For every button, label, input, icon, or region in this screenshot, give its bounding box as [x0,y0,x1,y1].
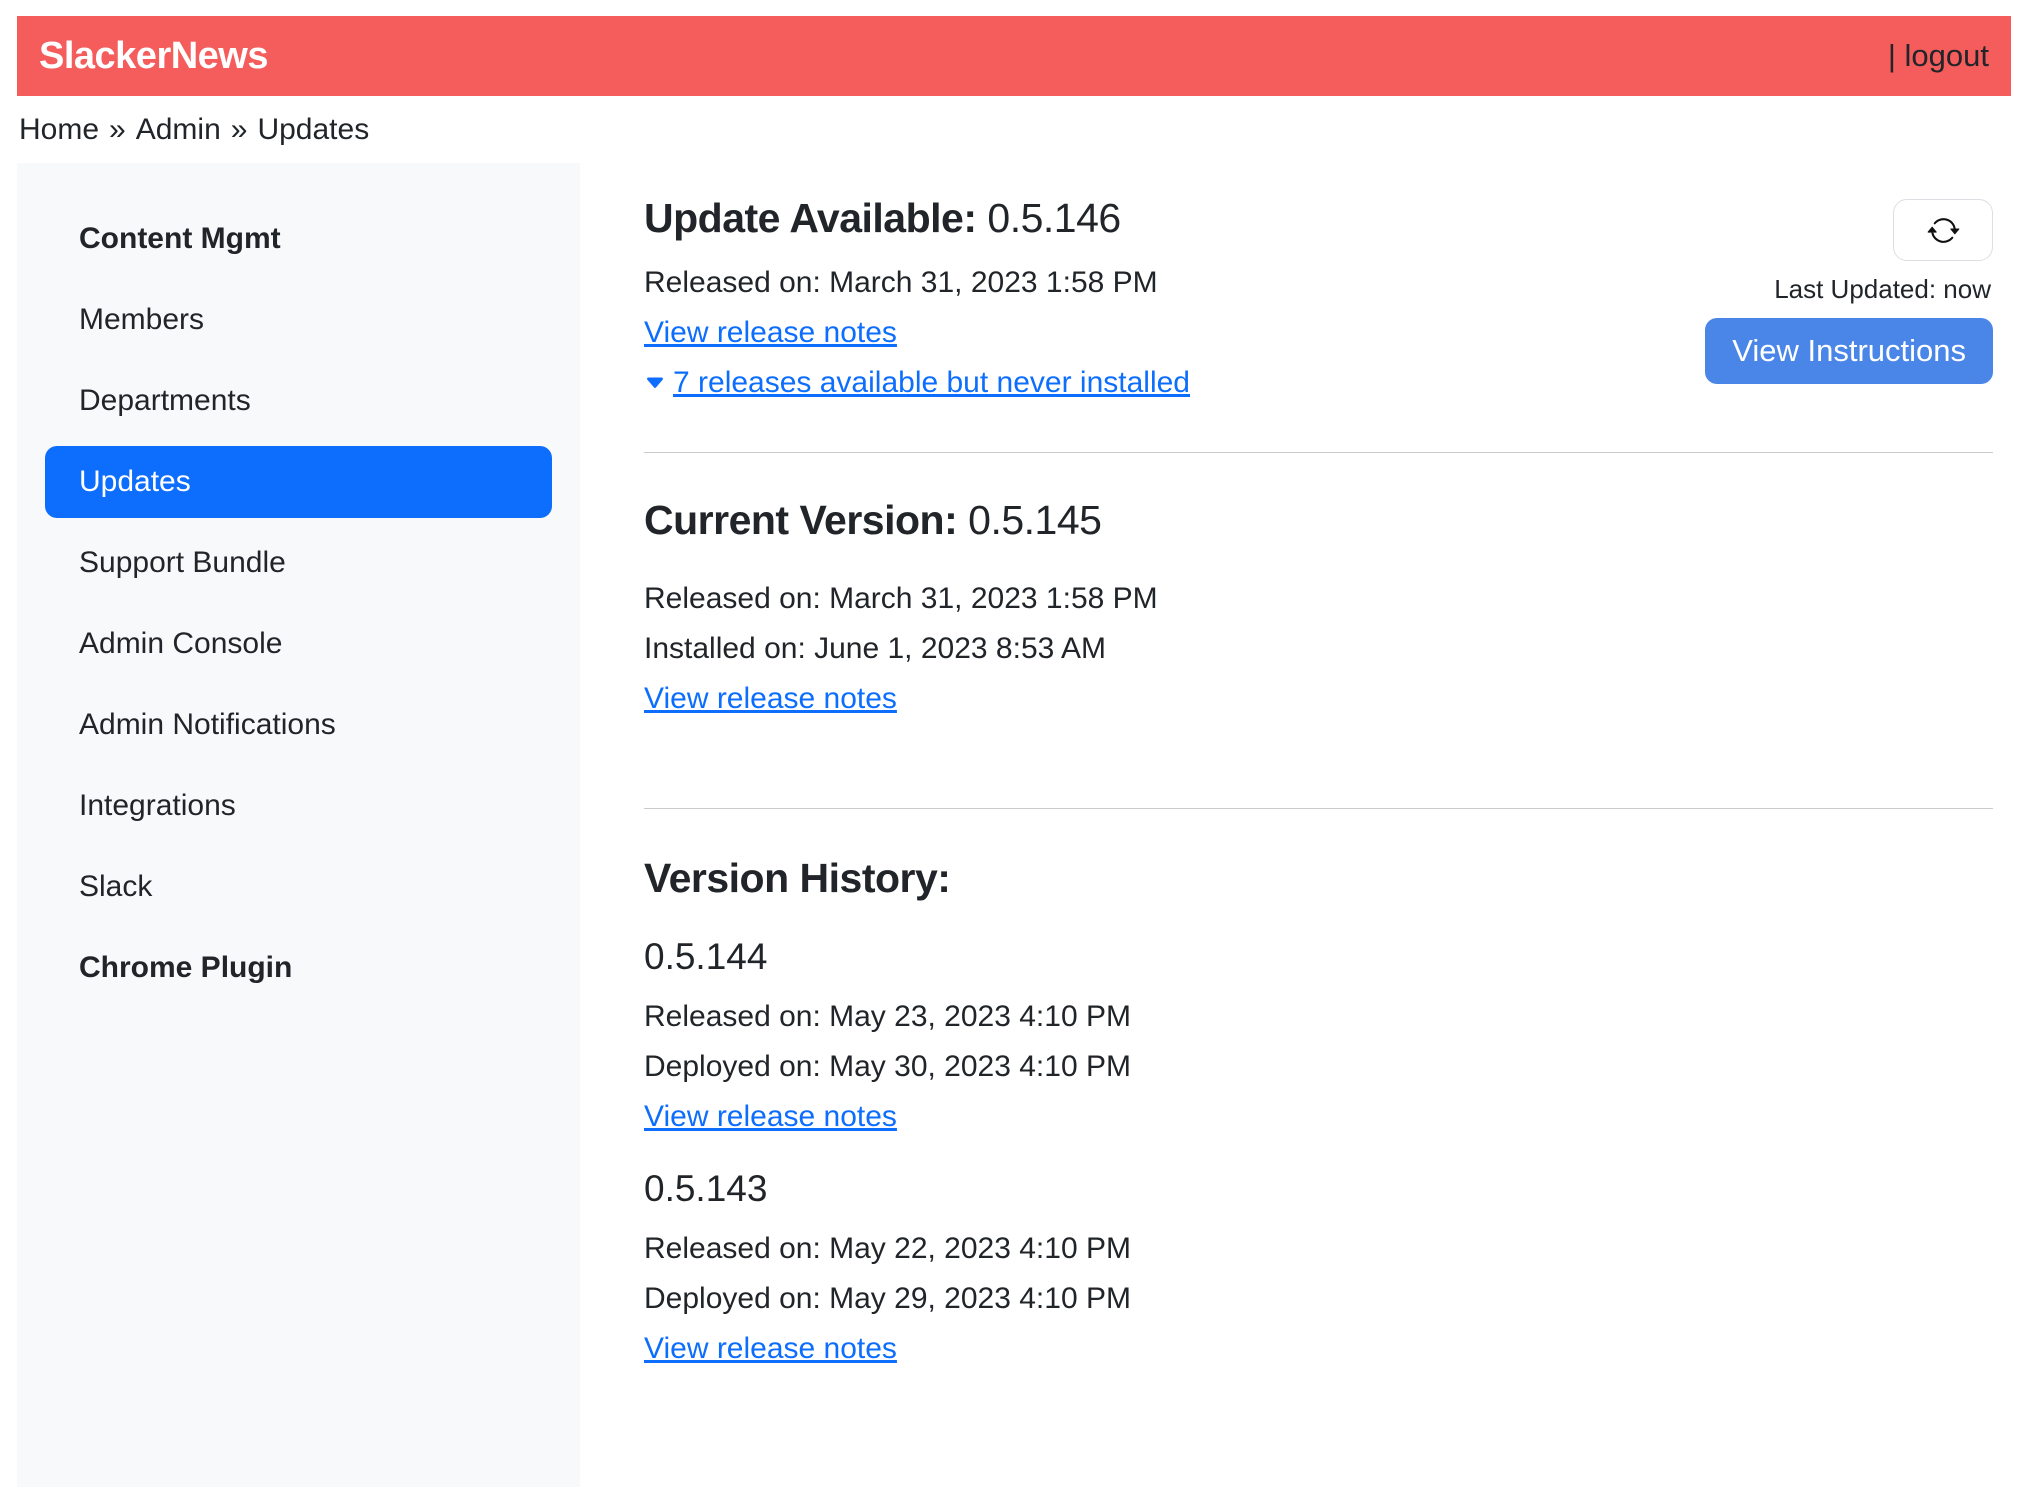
history-release-notes-row: View release notes [644,1100,1993,1134]
release-notes-link[interactable]: View release notes [644,316,897,349]
current-version-label: Current Version: [644,497,957,543]
breadcrumb-item-home[interactable]: Home [19,113,99,146]
releases-toggle-row: 7 releases available but never installed [644,366,1190,400]
app-header: SlackerNews | logout [17,16,2011,96]
breadcrumb-item-updates[interactable]: Updates [257,113,369,146]
brand-logo[interactable]: SlackerNews [39,35,268,78]
history-deployed-on: Deployed on: May 29, 2023 4:10 PM [644,1282,1993,1316]
sidebar-item-chrome-plugin[interactable]: Chrome Plugin [45,932,552,1004]
version-history-entry: 0.5.144 Released on: May 23, 2023 4:10 P… [644,936,1993,1134]
last-updated-text: Last Updated: now [1774,274,1991,305]
sidebar-item-integrations[interactable]: Integrations [45,770,552,842]
caret-down-icon [644,372,666,394]
update-available-title: Update Available: 0.5.146 [644,195,1190,242]
history-release-notes-row: View release notes [644,1332,1993,1366]
page: SlackerNews | logout Home»Admin»Updates … [0,0,2028,1487]
releases-toggle-link[interactable]: 7 releases available but never installed [644,366,1190,399]
breadcrumb-separator: » [231,113,248,146]
update-available-info: Update Available: 0.5.146 Released on: M… [644,195,1190,400]
current-version-section: Current Version: 0.5.145 Released on: Ma… [644,453,1993,716]
history-released-on: Released on: May 23, 2023 4:10 PM [644,1000,1993,1034]
releases-toggle-label: 7 releases available but never installed [673,366,1190,399]
current-installed-on: Installed on: June 1, 2023 8:53 AM [644,632,1993,666]
current-version-title: Current Version: 0.5.145 [644,497,1993,544]
content-layout: Content Mgmt Members Departments Updates Sup… [17,163,2011,1487]
version-history-section: Version History: 0.5.144 Released on: Ma… [644,809,1993,1366]
breadcrumb-item-admin[interactable]: Admin [136,113,221,146]
history-version-number: 0.5.144 [644,936,1993,978]
sidebar-item-slack[interactable]: Slack [45,851,552,923]
update-released-on: Released on: March 31, 2023 1:58 PM [644,266,1190,300]
current-version-number: 0.5.145 [968,497,1101,543]
update-release-notes-row: View release notes [644,316,1190,350]
sidebar-nav: Content Mgmt Members Departments Updates Sup… [45,203,552,1004]
current-release-notes-row: View release notes [644,682,1993,716]
release-notes-link[interactable]: View release notes [644,1332,897,1365]
refresh-icon [1927,214,1960,247]
sidebar-item-admin-notifications[interactable]: Admin Notifications [45,689,552,761]
version-history-list: 0.5.144 Released on: May 23, 2023 4:10 P… [644,936,1993,1366]
sidebar-item-departments[interactable]: Departments [45,365,552,437]
logout-link[interactable]: | logout [1888,38,1989,74]
update-available-header: Update Available: 0.5.146 Released on: M… [644,195,1993,400]
version-history-title: Version History: [644,855,1993,902]
sidebar-item-admin-console[interactable]: Admin Console [45,608,552,680]
version-history-entry: 0.5.143 Released on: May 22, 2023 4:10 P… [644,1168,1993,1366]
refresh-button[interactable] [1893,199,1993,261]
current-released-on: Released on: March 31, 2023 1:58 PM [644,582,1993,616]
view-instructions-button[interactable]: View Instructions [1705,318,1993,384]
breadcrumb: Home » Admin » Updates [17,96,2011,163]
update-available-section: Update Available: 0.5.146 Released on: M… [644,195,1993,400]
sidebar-item-content-mgmt[interactable]: Content Mgmt [45,203,552,275]
sidebar-item-members[interactable]: Members [45,284,552,356]
release-notes-link[interactable]: View release notes [644,682,897,715]
history-deployed-on: Deployed on: May 30, 2023 4:10 PM [644,1050,1993,1084]
release-notes-link[interactable]: View release notes [644,1100,897,1133]
sidebar-item-updates[interactable]: Updates [45,446,552,518]
breadcrumb-separator: » [109,113,126,146]
update-available-version: 0.5.146 [987,195,1120,241]
history-version-number: 0.5.143 [644,1168,1993,1210]
history-released-on: Released on: May 22, 2023 4:10 PM [644,1232,1993,1266]
update-available-label: Update Available: [644,195,977,241]
sidebar-item-support-bundle[interactable]: Support Bundle [45,527,552,599]
update-actions: Last Updated: now View Instructions [1705,195,1993,384]
main-content: Update Available: 0.5.146 Released on: M… [580,163,2011,1382]
sidebar: Content Mgmt Members Departments Updates Sup… [17,163,580,1487]
